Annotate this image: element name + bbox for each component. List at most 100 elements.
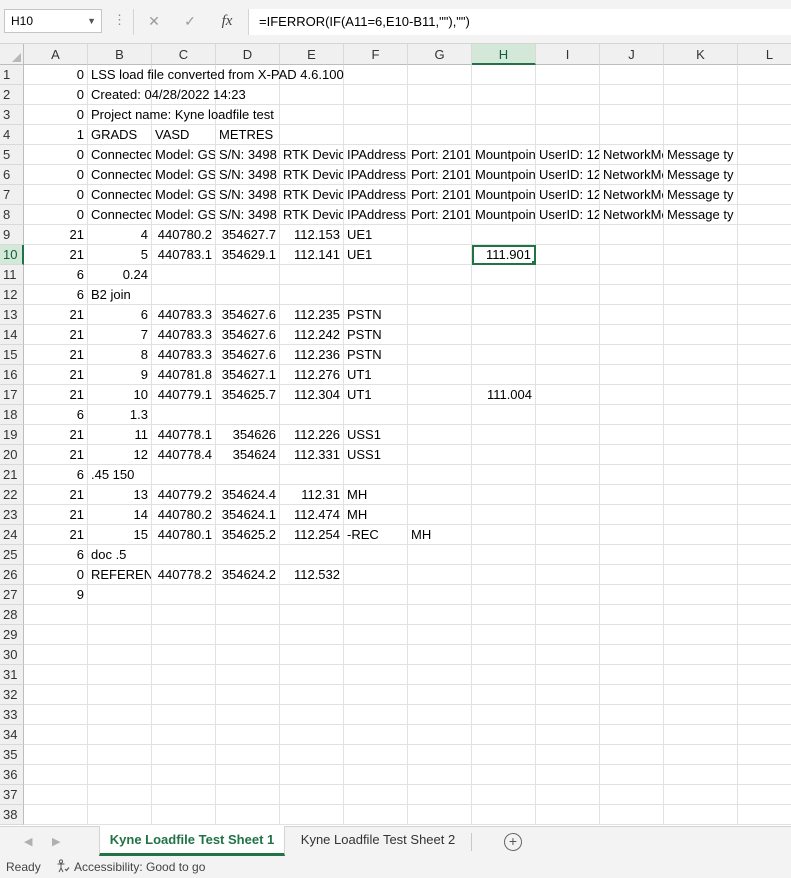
cell-g32[interactable] xyxy=(408,685,472,705)
cell-i28[interactable] xyxy=(536,605,600,625)
cell-b36[interactable] xyxy=(88,765,152,785)
cell-d6[interactable]: S/N: 3498 xyxy=(216,165,280,185)
cell-i8[interactable]: UserID: 12 xyxy=(536,205,600,225)
cancel-icon[interactable]: ✕ xyxy=(141,10,167,32)
cell-d17[interactable]: 354625.7 xyxy=(216,385,280,405)
cell-k16[interactable] xyxy=(664,365,738,385)
cell-b24[interactable]: 15 xyxy=(88,525,152,545)
cell-b10[interactable]: 5 xyxy=(88,245,152,265)
cell-f23[interactable]: MH xyxy=(344,505,408,525)
cell-g6[interactable]: Port: 2101 xyxy=(408,165,472,185)
column-header-d[interactable]: D xyxy=(216,44,280,65)
cell-i35[interactable] xyxy=(536,745,600,765)
cell-h25[interactable] xyxy=(472,545,536,565)
sheet-tab-2[interactable]: Kyne Loadfile Test Sheet 2 xyxy=(287,826,469,856)
cell-g19[interactable] xyxy=(408,425,472,445)
cell-h21[interactable] xyxy=(472,465,536,485)
cell-g13[interactable] xyxy=(408,305,472,325)
cell-d36[interactable] xyxy=(216,765,280,785)
cell-f37[interactable] xyxy=(344,785,408,805)
cell-g10[interactable] xyxy=(408,245,472,265)
cell-e29[interactable] xyxy=(280,625,344,645)
sheet-tab-1[interactable]: Kyne Loadfile Test Sheet 1 xyxy=(99,826,285,856)
cell-a12[interactable]: 6 xyxy=(24,285,88,305)
cell-b9[interactable]: 4 xyxy=(88,225,152,245)
cell-i20[interactable] xyxy=(536,445,600,465)
cell-f34[interactable] xyxy=(344,725,408,745)
cell-j4[interactable] xyxy=(600,125,664,145)
cell-g20[interactable] xyxy=(408,445,472,465)
cell-i11[interactable] xyxy=(536,265,600,285)
cell-c15[interactable]: 440783.3 xyxy=(152,345,216,365)
cell-d4[interactable]: METRES xyxy=(216,125,280,145)
row-header-2[interactable]: 2 xyxy=(0,85,24,105)
cell-e20[interactable]: 112.331 xyxy=(280,445,344,465)
cell-l37[interactable] xyxy=(738,785,791,805)
cell-j6[interactable]: NetworkMode xyxy=(600,165,664,185)
cell-j27[interactable] xyxy=(600,585,664,605)
row-header-8[interactable]: 8 xyxy=(0,205,24,225)
cell-e27[interactable] xyxy=(280,585,344,605)
cell-c5[interactable]: Model: GS18 xyxy=(152,145,216,165)
column-header-b[interactable]: B xyxy=(88,44,152,65)
cell-l13[interactable] xyxy=(738,305,791,325)
row-header-13[interactable]: 13 xyxy=(0,305,24,325)
cell-h5[interactable]: Mountpoint xyxy=(472,145,536,165)
cell-e24[interactable]: 112.254 xyxy=(280,525,344,545)
cell-b11[interactable]: 0.24 xyxy=(88,265,152,285)
cell-h13[interactable] xyxy=(472,305,536,325)
cell-l7[interactable] xyxy=(738,185,791,205)
cell-c38[interactable] xyxy=(152,805,216,825)
cell-i3[interactable] xyxy=(536,105,600,125)
enter-check-icon[interactable]: ✓ xyxy=(177,10,203,32)
cell-k18[interactable] xyxy=(664,405,738,425)
cell-c30[interactable] xyxy=(152,645,216,665)
cell-d25[interactable] xyxy=(216,545,280,565)
row-header-7[interactable]: 7 xyxy=(0,185,24,205)
cell-b3[interactable]: Project name: Kyne loadfile test xyxy=(88,105,274,125)
row-header-38[interactable]: 38 xyxy=(0,805,24,825)
cell-f14[interactable]: PSTN xyxy=(344,325,408,345)
cell-d34[interactable] xyxy=(216,725,280,745)
cell-i34[interactable] xyxy=(536,725,600,745)
cell-a37[interactable] xyxy=(24,785,88,805)
cell-l26[interactable] xyxy=(738,565,791,585)
cell-b13[interactable]: 6 xyxy=(88,305,152,325)
cell-l28[interactable] xyxy=(738,605,791,625)
cell-g30[interactable] xyxy=(408,645,472,665)
cell-a30[interactable] xyxy=(24,645,88,665)
cell-a18[interactable]: 6 xyxy=(24,405,88,425)
cell-g12[interactable] xyxy=(408,285,472,305)
cell-e14[interactable]: 112.242 xyxy=(280,325,344,345)
cell-i22[interactable] xyxy=(536,485,600,505)
cell-d9[interactable]: 354627.7 xyxy=(216,225,280,245)
cell-k19[interactable] xyxy=(664,425,738,445)
row-header-20[interactable]: 20 xyxy=(0,445,24,465)
cell-e31[interactable] xyxy=(280,665,344,685)
cell-e37[interactable] xyxy=(280,785,344,805)
cell-a33[interactable] xyxy=(24,705,88,725)
cell-a19[interactable]: 21 xyxy=(24,425,88,445)
cell-e38[interactable] xyxy=(280,805,344,825)
cell-d31[interactable] xyxy=(216,665,280,685)
cell-h27[interactable] xyxy=(472,585,536,605)
cell-i29[interactable] xyxy=(536,625,600,645)
cell-j1[interactable] xyxy=(600,65,664,85)
cell-i37[interactable] xyxy=(536,785,600,805)
cell-e5[interactable]: RTK Device xyxy=(280,145,344,165)
row-header-27[interactable]: 27 xyxy=(0,585,24,605)
cell-b14[interactable]: 7 xyxy=(88,325,152,345)
cell-e2[interactable] xyxy=(280,85,344,105)
cell-k5[interactable]: Message ty xyxy=(664,145,738,165)
cell-f8[interactable]: IPAddress xyxy=(344,205,408,225)
cell-d18[interactable] xyxy=(216,405,280,425)
cell-a34[interactable] xyxy=(24,725,88,745)
row-header-37[interactable]: 37 xyxy=(0,785,24,805)
cell-e16[interactable]: 112.276 xyxy=(280,365,344,385)
cell-j22[interactable] xyxy=(600,485,664,505)
cell-k26[interactable] xyxy=(664,565,738,585)
cell-l3[interactable] xyxy=(738,105,791,125)
cell-j9[interactable] xyxy=(600,225,664,245)
cell-k24[interactable] xyxy=(664,525,738,545)
cell-a10[interactable]: 21 xyxy=(24,245,88,265)
